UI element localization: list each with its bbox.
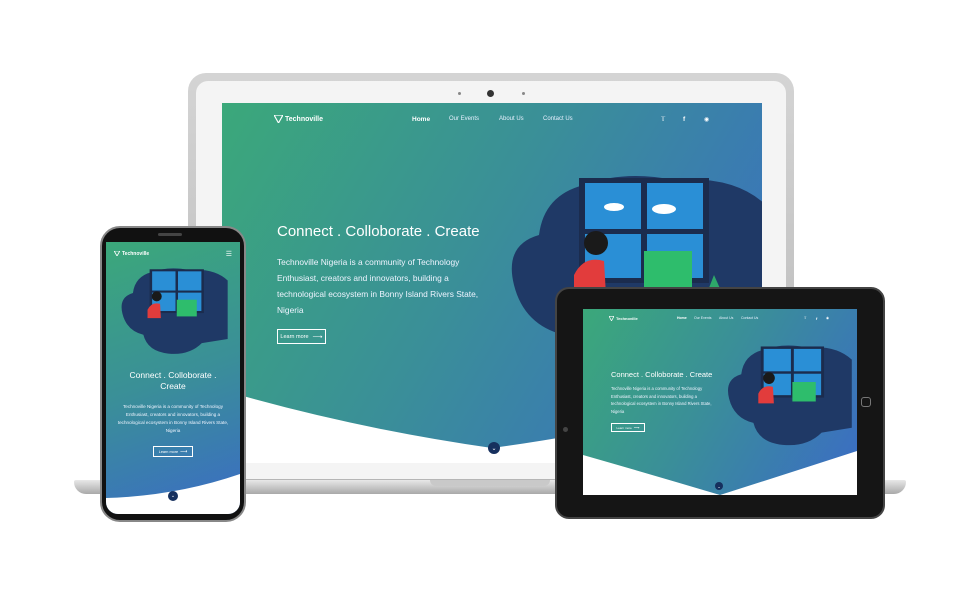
laptop-sensor (522, 92, 525, 95)
nav-our-events[interactable]: Our Events (449, 116, 479, 122)
learn-more-label: Learn more (616, 425, 632, 430)
twitter-icon[interactable]: 𝕋 (804, 316, 806, 320)
tablet-home-button[interactable] (861, 397, 871, 407)
brand-name: Technoville (285, 115, 323, 123)
logo-icon (609, 315, 614, 321)
learn-more-button[interactable]: Learn more ⟶ (153, 446, 193, 457)
hero-title: Connect . Colloborate . Create (106, 370, 240, 392)
chevron-down-icon: ⌄ (170, 493, 176, 499)
learn-more-label: Learn more (158, 449, 179, 454)
tablet-screen: Technoville Home Our Events About Us Con… (583, 309, 857, 495)
nav-home[interactable]: Home (412, 116, 430, 123)
facebook-icon[interactable]: f (816, 316, 817, 321)
brand-logo[interactable]: Technoville (274, 115, 323, 123)
brand-name: Technoville (122, 250, 150, 257)
hero-illustration (727, 345, 852, 446)
phone-speaker (158, 233, 182, 236)
brand-logo[interactable]: Technoville (114, 251, 149, 257)
nav-about-us[interactable]: About Us (499, 116, 524, 122)
arrow-right-icon: ⟶ (633, 425, 640, 430)
chevron-down-icon: ⌄ (491, 445, 497, 452)
nav-contact-us[interactable]: Contact Us (543, 116, 573, 122)
hero-description: Technoville Nigeria is a community of Te… (117, 404, 229, 433)
scroll-down-button[interactable]: ⌄ (168, 491, 178, 501)
scroll-down-button[interactable]: ⌄ (488, 442, 500, 454)
hero-description: Technoville Nigeria is a community of Te… (277, 257, 479, 315)
logo-icon (114, 251, 120, 256)
tablet-camera (563, 427, 568, 432)
phone-screen: Technoville ☰ Connect . Colloborate . Cr… (106, 242, 240, 514)
brand-logo[interactable]: Technoville (609, 315, 638, 321)
laptop-camera (487, 90, 494, 97)
instagram-icon[interactable]: ◉ (826, 316, 829, 320)
top-navbar: Technoville ☰ (114, 249, 232, 258)
hero-title: Connect . Colloborate . Create (277, 223, 480, 240)
arrow-right-icon: ⟶ (312, 333, 323, 341)
arrow-right-icon: ⟶ (180, 448, 188, 455)
laptop-sensor (458, 92, 461, 95)
brand-name: Technoville (616, 315, 638, 321)
chevron-down-icon: ⌄ (717, 483, 721, 489)
hero-illustration (121, 268, 228, 354)
learn-more-button[interactable]: Learn more ⟶ (611, 423, 645, 432)
learn-more-label: Learn more (280, 333, 309, 340)
hero-title-line1: Connect . Colloborate . (129, 370, 217, 380)
twitter-icon[interactable]: 𝕋 (661, 116, 665, 123)
learn-more-button[interactable]: Learn more ⟶ (277, 329, 326, 344)
instagram-icon[interactable]: ◉ (704, 116, 709, 123)
facebook-icon[interactable]: f (683, 116, 685, 123)
top-navbar: Technoville Home Our Events About Us Con… (609, 314, 829, 322)
scroll-down-button[interactable]: ⌄ (715, 482, 723, 490)
hero-title-line2: Create (160, 381, 186, 391)
nav-about-us[interactable]: About Us (719, 316, 733, 320)
hero-title: Connect . Colloborate . Create (611, 370, 713, 379)
nav-our-events[interactable]: Our Events (694, 316, 712, 320)
devices-mockup: Technoville Home Our Events About Us Con… (0, 0, 980, 592)
hero-description: Technoville Nigeria is a community of Te… (611, 386, 712, 414)
hamburger-menu-icon[interactable]: ☰ (226, 250, 232, 258)
laptop-notch (430, 480, 550, 486)
nav-contact-us[interactable]: Contact Us (741, 316, 758, 320)
nav-home[interactable]: Home (677, 316, 687, 320)
logo-icon (274, 115, 283, 123)
top-navbar: Technoville Home Our Events About Us Con… (274, 112, 714, 126)
